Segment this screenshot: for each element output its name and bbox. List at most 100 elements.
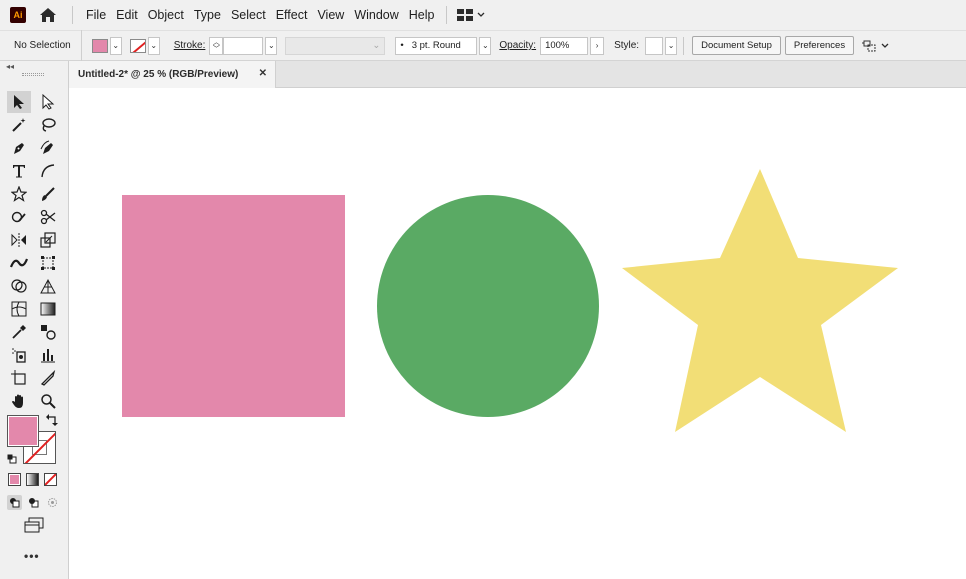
layout-grid-icon	[456, 9, 473, 21]
document-setup-button[interactable]: Document Setup	[692, 36, 781, 55]
shape-builder-tool[interactable]	[7, 275, 31, 297]
stroke-weight-input[interactable]	[223, 36, 264, 55]
menu-separator	[72, 6, 73, 24]
opacity-input[interactable]: 100%	[540, 36, 589, 55]
swap-fill-stroke-button[interactable]	[46, 414, 58, 429]
home-button[interactable]	[38, 5, 58, 25]
chevron-down-icon: ﹀	[212, 45, 220, 53]
document-tab[interactable]: Untitled-2* @ 25 % (RGB/Preview) ✕	[69, 61, 276, 88]
type-tool[interactable]	[7, 160, 31, 182]
fill-color-box[interactable]	[7, 415, 39, 447]
symbol-sprayer-tool[interactable]	[7, 344, 31, 366]
paintbrush-tool[interactable]	[36, 183, 60, 205]
menu-window[interactable]: Window	[349, 0, 403, 30]
magic-wand-tool[interactable]	[7, 114, 31, 136]
draw-normal-button[interactable]	[7, 495, 22, 510]
pink-square-shape[interactable]	[122, 195, 345, 417]
variable-width-profile[interactable]: ⌄	[285, 36, 386, 55]
control-separator	[683, 36, 685, 55]
curvature-pen-icon	[40, 140, 53, 154]
panel-grip[interactable]	[22, 73, 44, 76]
artboard-tool[interactable]	[7, 367, 31, 389]
reflect-tool[interactable]	[7, 229, 31, 251]
menu-file[interactable]: File	[81, 0, 111, 30]
direct-selection-icon	[42, 94, 55, 110]
fill-color-dropdown[interactable]: ⌄	[91, 36, 122, 55]
shaper-tool[interactable]	[7, 206, 31, 228]
default-fill-stroke-button[interactable]	[7, 453, 17, 467]
eyedropper-tool[interactable]	[7, 321, 31, 343]
curvature-tool[interactable]	[36, 137, 60, 159]
menu-view[interactable]: View	[312, 0, 349, 30]
scissors-icon	[40, 209, 56, 225]
opacity-label[interactable]: Opacity:	[499, 40, 536, 51]
line-segment-tool[interactable]	[36, 160, 60, 182]
default-colors-icon	[7, 454, 17, 464]
menu-help[interactable]: Help	[404, 0, 440, 30]
style-label: Style:	[614, 40, 640, 51]
preferences-button[interactable]: Preferences	[784, 36, 855, 55]
change-screen-mode-button[interactable]	[24, 517, 44, 536]
graphic-style-dropdown[interactable]: ⌄	[665, 36, 678, 55]
free-transform-tool[interactable]	[36, 252, 60, 274]
align-icon	[862, 40, 876, 51]
stroke-weight-stepper[interactable]: ︿ ﹀	[209, 36, 224, 55]
menu-object[interactable]: Object	[143, 0, 189, 30]
width-tool[interactable]	[7, 252, 31, 274]
document-tab-title: Untitled-2* @ 25 % (RGB/Preview)	[78, 69, 239, 80]
none-mode-button[interactable]	[44, 473, 57, 486]
stroke-weight-dropdown[interactable]: ⌄	[265, 36, 278, 55]
blend-icon	[41, 325, 56, 340]
free-transform-icon	[41, 256, 55, 270]
selection-tool[interactable]	[7, 91, 31, 113]
scissors-tool[interactable]	[36, 206, 60, 228]
yellow-star-shape[interactable]	[621, 168, 901, 434]
mesh-tool[interactable]	[7, 298, 31, 320]
pen-tool[interactable]	[7, 137, 31, 159]
slice-knife-icon	[40, 370, 56, 386]
menu-bar: Ai File Edit Object Type Select Effect V…	[0, 0, 966, 30]
draw-inside-button[interactable]	[45, 495, 60, 510]
graphic-style-swatch[interactable]	[645, 36, 664, 55]
slice-tool[interactable]	[36, 367, 60, 389]
green-circle-shape[interactable]	[377, 195, 599, 417]
column-graph-tool[interactable]	[36, 344, 60, 366]
edit-toolbar-button[interactable]: •••	[24, 549, 40, 563]
menu-type[interactable]: Type	[189, 0, 226, 30]
none-slash-icon	[45, 474, 56, 485]
direct-selection-tool[interactable]	[36, 91, 60, 113]
brush-definition-dropdown[interactable]: • 3 pt. Round ⌄	[395, 36, 492, 55]
menu-select[interactable]: Select	[226, 0, 271, 30]
app-logo: Ai	[10, 7, 26, 23]
hand-tool[interactable]	[7, 390, 31, 412]
stroke-label[interactable]: Stroke:	[174, 40, 206, 51]
star-tool[interactable]	[7, 183, 31, 205]
close-icon[interactable]: ✕	[259, 68, 267, 79]
stroke-color-dropdown[interactable]: ⌄	[129, 36, 160, 55]
shaper-icon	[11, 211, 26, 223]
chevron-down-icon: ⌄	[109, 36, 122, 55]
arrange-documents-button[interactable]	[456, 9, 485, 21]
selection-status: No Selection	[0, 30, 82, 61]
chevron-down-icon: ⌄	[479, 36, 492, 55]
zoom-icon	[41, 394, 56, 409]
zoom-tool[interactable]	[36, 390, 60, 412]
artboard-canvas[interactable]	[69, 88, 966, 579]
blend-tool[interactable]	[36, 321, 60, 343]
gradient-mode-button[interactable]	[26, 473, 39, 486]
gradient-tool[interactable]	[36, 298, 60, 320]
color-mode-button[interactable]	[8, 473, 21, 486]
collapse-panel-button[interactable]: ◂◂	[6, 62, 14, 71]
scale-tool[interactable]	[36, 229, 60, 251]
menu-effect[interactable]: Effect	[271, 0, 313, 30]
chevron-down-icon	[477, 12, 484, 17]
draw-behind-button[interactable]	[26, 495, 41, 510]
align-options-button[interactable]	[862, 39, 889, 53]
lasso-tool[interactable]	[36, 114, 60, 136]
draw-behind-icon	[29, 498, 39, 508]
chevron-down-icon	[881, 43, 889, 48]
perspective-grid-tool[interactable]	[36, 275, 60, 297]
brush-definition-field: • 3 pt. Round	[395, 36, 478, 55]
menu-edit[interactable]: Edit	[111, 0, 143, 30]
opacity-expand-button[interactable]: ›	[590, 36, 605, 55]
